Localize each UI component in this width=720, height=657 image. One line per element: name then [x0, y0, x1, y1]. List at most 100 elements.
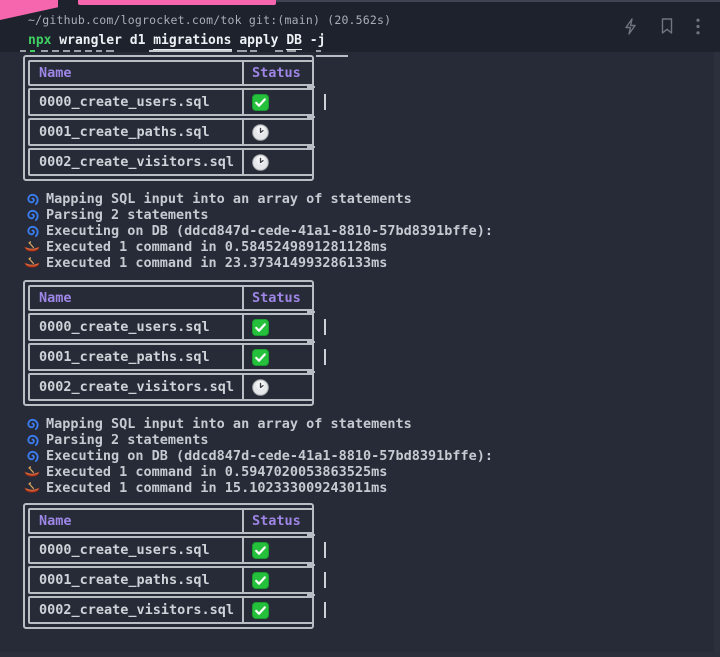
- log-line: Executing on DB (ddcd847d-cede-41a1-8810…: [24, 448, 720, 464]
- kebab-menu-icon[interactable]: [696, 18, 700, 35]
- window-bottom-edge: [0, 652, 720, 657]
- log-text: Mapping SQL input into an array of state…: [46, 416, 412, 432]
- command-token: npx: [28, 33, 52, 48]
- migration-name: 0001_create_paths.sql: [39, 124, 210, 140]
- lightning-icon[interactable]: [623, 17, 638, 35]
- log-line: Executed 1 command in 23.373414993286133…: [24, 255, 720, 271]
- column-header-status: Status: [242, 510, 312, 532]
- log-text: Executed 1 command in 0.5845249891281128…: [46, 239, 388, 255]
- log-block-slot: Mapping SQL input into an array of state…: [0, 191, 720, 271]
- migration-name: 0001_create_paths.sql: [39, 349, 210, 365]
- table-row: 0000_create_users.sql: [28, 313, 326, 343]
- command-line: npx wrangler d1 migrations apply DB -j: [28, 33, 325, 50]
- block-top-accent-bar: [78, 0, 276, 5]
- log-text: Executed 1 command in 0.5947020053863525…: [46, 464, 388, 480]
- log-text: Executing on DB (ddcd847d-cede-41a1-8810…: [46, 448, 494, 464]
- log-line: Executed 1 command in 15.102333009243011…: [24, 480, 720, 496]
- text-cursor: [323, 319, 326, 335]
- migration-name: 0001_create_paths.sql: [39, 572, 210, 588]
- success-check-icon: [252, 348, 269, 366]
- log-text: Executing on DB (ddcd847d-cede-41a1-8810…: [46, 223, 494, 239]
- migration-name: 0000_create_users.sql: [39, 319, 210, 335]
- text-cursor: [323, 349, 326, 365]
- table-header-row: Name Status: [28, 285, 315, 313]
- text-cursor: [323, 94, 326, 110]
- log-text: Mapping SQL input into an array of state…: [46, 191, 412, 207]
- cyclone-icon: [24, 432, 40, 448]
- migrations-table-slot: Name Status 0000_create_users.sql 0001_c…: [0, 503, 720, 629]
- terminal-window: ~/github.com/logrocket.com/tok git:(main…: [0, 0, 720, 657]
- log-text: Executed 1 command in 15.102333009243011…: [46, 480, 388, 496]
- migration-status: [242, 598, 312, 622]
- migrations-table-slot: Name Status 0000_create_users.sql 0001_c…: [0, 55, 720, 181]
- cyclone-icon: [24, 416, 40, 432]
- column-header-name: Name: [39, 513, 72, 529]
- migration-name: 0002_create_visitors.sql: [39, 602, 235, 618]
- migration-status: [242, 568, 312, 592]
- migration-status: [242, 315, 312, 339]
- cyclone-icon: [24, 207, 40, 223]
- log-block-slot: Mapping SQL input into an array of state…: [0, 416, 720, 496]
- migration-name: 0000_create_users.sql: [39, 542, 210, 558]
- log-line: Executing on DB (ddcd847d-cede-41a1-8810…: [24, 223, 720, 239]
- table-row: 0002_create_visitors.sql: [28, 148, 314, 176]
- block-divider-line: [276, 0, 720, 2]
- table-row: 0001_create_paths.sql: [28, 566, 326, 596]
- canoe-icon: [24, 255, 40, 271]
- log-text: Executed 1 command in 23.373414993286133…: [46, 255, 388, 271]
- log-line: Mapping SQL input into an array of state…: [24, 416, 720, 432]
- pending-clock-icon: [252, 378, 269, 396]
- log-block: Mapping SQL input into an array of state…: [24, 191, 720, 271]
- log-block: Mapping SQL input into an array of state…: [24, 416, 720, 496]
- bookmark-icon[interactable]: [660, 18, 674, 34]
- cwd-breadcrumb: ~/github.com/logrocket.com/tok git:(main…: [28, 13, 392, 27]
- table-row: 0000_create_users.sql: [28, 536, 326, 566]
- table-header-row: Name Status: [28, 60, 315, 88]
- table-row: 0002_create_visitors.sql: [28, 596, 326, 624]
- migration-status: [242, 345, 312, 369]
- pending-clock-icon: [252, 123, 269, 141]
- migrations-table: Name Status 0000_create_users.sql 0001_c…: [23, 503, 326, 629]
- cyclone-icon: [24, 223, 40, 239]
- text-cursor: [323, 602, 326, 618]
- pending-clock-icon: [252, 153, 269, 171]
- migrations-table: Name Status 0000_create_users.sql 0001_c…: [23, 55, 326, 181]
- canoe-icon: [24, 464, 40, 480]
- text-cursor: [323, 542, 326, 558]
- success-check-icon: [252, 93, 269, 111]
- block-actions: [623, 17, 700, 35]
- log-line: Parsing 2 statements: [24, 207, 720, 223]
- column-header-name: Name: [39, 65, 72, 81]
- log-line: Executed 1 command in 0.5947020053863525…: [24, 464, 720, 480]
- command-token: wrangler d1: [51, 33, 154, 48]
- migration-name: 0002_create_visitors.sql: [39, 379, 235, 395]
- migration-status: [242, 120, 312, 144]
- log-line: Executed 1 command in 0.5845249891281128…: [24, 239, 720, 255]
- success-check-icon: [252, 601, 269, 619]
- command-block-header: ~/github.com/logrocket.com/tok git:(main…: [0, 0, 720, 52]
- command-token: migrations: [153, 33, 232, 50]
- migration-status: [242, 538, 312, 562]
- column-header-status: Status: [242, 287, 312, 309]
- migration-status: [242, 375, 312, 399]
- cyclone-icon: [24, 448, 40, 464]
- command-token: DB: [286, 33, 302, 50]
- migration-status: [242, 150, 312, 174]
- column-header-name: Name: [39, 290, 72, 306]
- migration-name: 0002_create_visitors.sql: [39, 154, 235, 170]
- canoe-icon: [24, 480, 40, 496]
- command-token: apply: [231, 33, 287, 48]
- success-check-icon: [252, 541, 269, 559]
- success-check-icon: [252, 318, 269, 336]
- migrations-table: Name Status 0000_create_users.sql 0001_c…: [23, 280, 326, 406]
- log-text: Parsing 2 statements: [46, 207, 209, 223]
- migrations-table-slot: Name Status 0000_create_users.sql 0001_c…: [0, 280, 720, 406]
- log-line: Parsing 2 statements: [24, 432, 720, 448]
- column-header-status: Status: [242, 62, 312, 84]
- scrollbar-track[interactable]: [714, 52, 720, 657]
- migration-name: 0000_create_users.sql: [39, 94, 210, 110]
- log-text: Parsing 2 statements: [46, 432, 209, 448]
- success-check-icon: [252, 571, 269, 589]
- text-cursor: [323, 572, 326, 588]
- terminal-output: Name Status 0000_create_users.sql 0001_c…: [0, 52, 720, 629]
